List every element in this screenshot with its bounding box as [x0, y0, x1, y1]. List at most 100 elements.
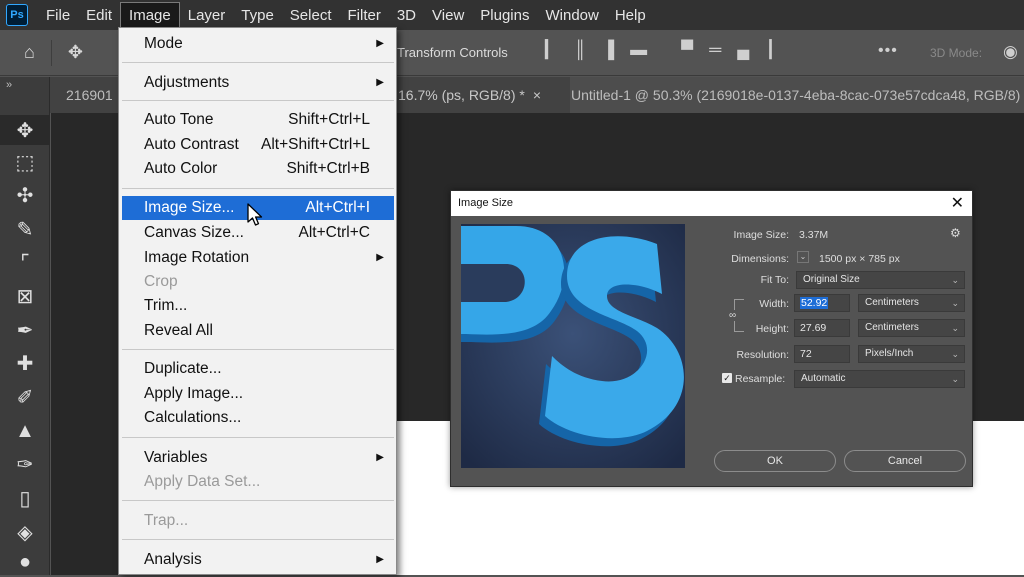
dimensions-label: Dimensions: — [731, 253, 789, 265]
menu-plugins[interactable]: Plugins — [472, 3, 537, 28]
frame-tool-icon[interactable]: ⊠ — [0, 281, 50, 311]
collapse-panel-icon[interactable]: » — [6, 79, 12, 91]
crop-tool-icon[interactable]: ⌜ — [0, 247, 50, 277]
menu-filter[interactable]: Filter — [340, 3, 389, 28]
more-options-icon[interactable]: ••• — [878, 42, 898, 60]
dropdown-value: Original Size — [803, 274, 860, 285]
height-unit-dropdown[interactable]: Centimeters ⌄ — [858, 319, 965, 337]
lasso-tool-icon[interactable]: ✣ — [0, 180, 50, 210]
divider — [50, 39, 52, 66]
menu-help[interactable]: Help — [607, 3, 654, 28]
document-tab-active[interactable]: Untitled-1 @ 50.3% (2169018e-0137-4eba-8… — [570, 77, 1024, 113]
distribute-vertical-icon[interactable]: ┃ — [765, 40, 775, 60]
image-size-value: 3.37M — [799, 229, 829, 241]
dimensions-dropdown-icon[interactable]: ⌄ — [797, 251, 809, 263]
height-label: Height: — [755, 323, 789, 335]
menu-item-mode[interactable]: Mode ▶ — [122, 32, 394, 56]
marquee-tool-icon[interactable]: ⬚ — [0, 147, 50, 177]
close-tab-icon[interactable]: × — [533, 87, 541, 103]
cancel-button[interactable]: Cancel — [844, 450, 966, 472]
menu-item-label: Variables — [144, 449, 208, 466]
menu-item-label: Auto Contrast — [144, 136, 239, 153]
resample-dropdown[interactable]: Automatic ⌄ — [794, 370, 965, 388]
menu-item-reveal-all[interactable]: Reveal All — [122, 319, 394, 343]
menu-item-auto-contrast[interactable]: Auto Contrast Alt+Shift+Ctrl+L — [122, 133, 394, 157]
image-preview[interactable] — [461, 224, 685, 468]
align-bottom-icon[interactable]: ▄ — [737, 40, 749, 60]
mouse-cursor-icon — [247, 203, 263, 226]
dialog-titlebar[interactable]: Image Size ✕ — [451, 191, 972, 216]
menu-window[interactable]: Window — [537, 3, 606, 28]
quick-selection-tool-icon[interactable]: ✎ — [0, 214, 50, 244]
menu-view[interactable]: View — [424, 3, 472, 28]
menu-item-analysis[interactable]: Analysis ▶ — [122, 548, 394, 572]
image-size-label: Image Size: — [733, 229, 789, 241]
menu-item-auto-tone[interactable]: Auto Tone Shift+Ctrl+L — [122, 108, 394, 132]
width-label: Width: — [759, 298, 789, 310]
fit-to-dropdown[interactable]: Original Size ⌄ — [796, 271, 965, 289]
dropdown-value: Pixels/Inch — [865, 348, 914, 359]
eraser-tool-icon[interactable]: ▯ — [0, 483, 50, 513]
submenu-arrow-icon: ▶ — [376, 554, 384, 565]
menu-select[interactable]: Select — [282, 3, 340, 28]
eyedropper-tool-icon[interactable]: ✒ — [0, 315, 50, 345]
healing-brush-tool-icon[interactable]: ✚ — [0, 348, 50, 378]
move-tool-icon[interactable]: ✥ — [58, 42, 93, 63]
link-chain-icon[interactable]: ∞ — [729, 310, 737, 321]
history-brush-tool-icon[interactable]: ✑ — [0, 449, 50, 479]
resolution-input[interactable]: 72 — [794, 345, 850, 363]
menu-item-trim[interactable]: Trim... — [122, 294, 394, 318]
align-middle-icon[interactable]: ═ — [709, 40, 721, 60]
menu-edit[interactable]: Edit — [78, 3, 120, 28]
menu-item-duplicate[interactable]: Duplicate... — [122, 357, 394, 381]
resample-checkbox[interactable]: ✓ — [722, 373, 732, 383]
menu-item-adjustments[interactable]: Adjustments ▶ — [122, 71, 394, 95]
align-right-icon[interactable]: ▐ — [602, 40, 614, 60]
menu-item-label: Auto Color — [144, 160, 218, 177]
align-center-icon[interactable]: ║ — [574, 40, 586, 60]
brush-tool-icon[interactable]: ✐ — [0, 382, 50, 412]
dimensions-value: 1500 px × 785 px — [819, 253, 900, 265]
width-unit-dropdown[interactable]: Centimeters ⌄ — [858, 294, 965, 312]
close-icon[interactable]: ✕ — [951, 193, 964, 213]
tab-label: 16.7% (ps, RGB/8) * — [398, 87, 525, 103]
align-top-icon[interactable]: ▀ — [681, 40, 693, 60]
menu-item-image-rotation[interactable]: Image Rotation ▶ — [122, 246, 394, 270]
settings-gear-icon[interactable]: ⚙ — [950, 226, 961, 240]
submenu-arrow-icon: ▶ — [376, 77, 384, 88]
menu-separator — [122, 437, 394, 438]
ok-button[interactable]: OK — [714, 450, 836, 472]
tab-label: Untitled-1 @ 50.3% (2169018e-0137-4eba-8… — [571, 87, 1024, 103]
menu-image[interactable]: Image — [120, 1, 180, 29]
resolution-unit-dropdown[interactable]: Pixels/Inch ⌄ — [858, 345, 965, 363]
menu-item-apply-image[interactable]: Apply Image... — [122, 382, 394, 406]
3d-orbit-icon[interactable]: ◉ — [1003, 42, 1018, 62]
distribute-icon[interactable]: ▬ — [630, 40, 647, 60]
height-input[interactable]: 27.69 — [794, 319, 850, 337]
menu-3d[interactable]: 3D — [389, 3, 424, 28]
menu-layer[interactable]: Layer — [180, 3, 234, 28]
width-input[interactable]: 52.92 — [794, 294, 850, 312]
move-tool-icon[interactable]: ✥ — [0, 115, 50, 145]
menu-item-trap: Trap... — [122, 509, 394, 533]
clone-stamp-tool-icon[interactable]: ▲ — [0, 416, 50, 446]
menu-item-auto-color[interactable]: Auto Color Shift+Ctrl+B — [122, 157, 394, 181]
menu-item-calculations[interactable]: Calculations... — [122, 406, 394, 430]
tab-label: 216901 — [66, 87, 113, 103]
home-icon[interactable]: ⌂ — [14, 42, 45, 63]
align-left-icon[interactable]: ▎ — [545, 40, 558, 60]
menu-item-label: Apply Image... — [144, 385, 244, 402]
shortcut-label: Alt+Ctrl+C — [298, 224, 371, 241]
menu-type[interactable]: Type — [233, 3, 282, 28]
paint-bucket-tool-icon[interactable]: ◈ — [0, 517, 50, 547]
menu-file[interactable]: File — [38, 3, 78, 28]
menu-bar: Ps File Edit Image Layer Type Select Fil… — [0, 0, 1024, 30]
fit-to-label: Fit To: — [760, 274, 789, 286]
menu-item-label: Duplicate... — [144, 360, 222, 377]
blur-tool-icon[interactable]: ● — [0, 547, 50, 577]
photoshop-letters-preview — [461, 224, 685, 468]
document-tab[interactable]: 16.7% (ps, RGB/8) * × — [398, 77, 598, 113]
submenu-arrow-icon: ▶ — [376, 252, 384, 263]
menu-item-variables[interactable]: Variables ▶ — [122, 446, 394, 470]
show-transform-controls-label[interactable]: Transform Controls — [397, 45, 508, 60]
